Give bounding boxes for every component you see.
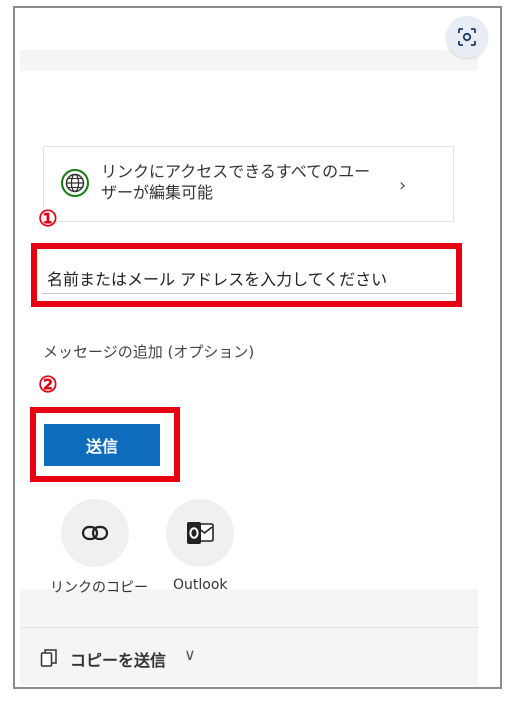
copy-icon (40, 649, 57, 667)
chevron-down-icon: ∨ (184, 645, 196, 664)
send-button[interactable]: 送信 (44, 424, 160, 466)
outlook-button[interactable] (166, 499, 234, 567)
send-copy-label: コピーを送信 (70, 651, 167, 670)
recipient-highlight (31, 243, 462, 307)
globe-icon (61, 169, 89, 197)
lens-scan-icon (458, 28, 476, 46)
send-highlight: 送信 (30, 407, 180, 482)
message-input[interactable]: メッセージの追加 (オプション) (43, 341, 254, 362)
outlook-icon (187, 522, 214, 544)
link-access-text: リンクにアクセスできるすべてのユーザーが編集可能 (101, 162, 371, 202)
link-access-settings[interactable]: リンクにアクセスできるすべてのユーザーが編集可能 › (43, 146, 454, 222)
step-2-badge: ② (38, 372, 58, 398)
recipient-input[interactable] (43, 255, 450, 295)
link-icon (81, 525, 109, 541)
chevron-right-icon: › (399, 175, 407, 196)
send-copy-bar[interactable]: コピーを送信 ∨ (20, 627, 478, 685)
input-underline (42, 293, 454, 294)
copy-link-label: リンクのコピー (50, 580, 148, 596)
lens-scan-button[interactable] (446, 16, 488, 58)
step-1-badge: ① (38, 206, 58, 232)
copy-link-button[interactable] (61, 499, 129, 567)
outlook-label: Outlook (173, 577, 228, 593)
